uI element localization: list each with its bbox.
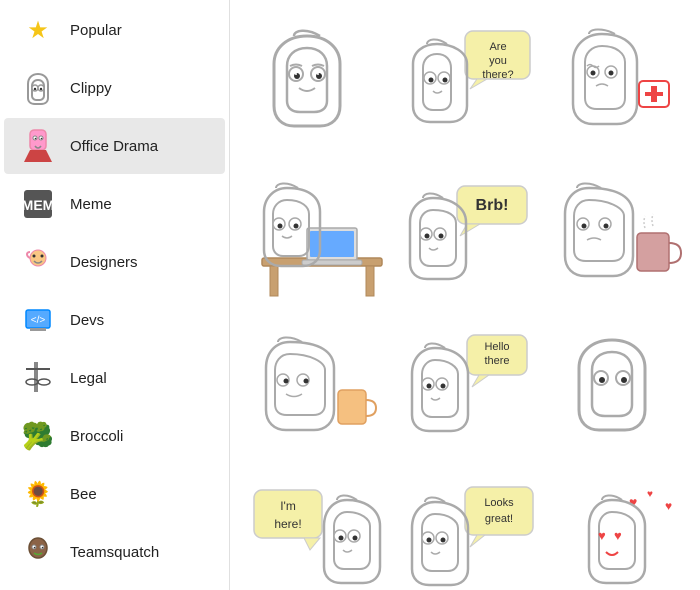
bee-icon: 🌻 — [20, 476, 56, 512]
sticker-cell-12[interactable]: ♥ ♥ ♥ ♥ ♥ — [543, 468, 691, 590]
clippy-label: Clippy — [70, 80, 112, 97]
sticker-cell-11[interactable]: Looks great! — [391, 468, 539, 590]
designers-label: Designers — [70, 254, 138, 271]
svg-text:there?: there? — [482, 69, 513, 81]
sidebar: ★ Popular Clippy Office Drama MEM Meme De… — [0, 0, 230, 590]
clippy-icon — [20, 70, 56, 106]
sidebar-item-bee[interactable]: 🌻 Bee — [4, 466, 225, 522]
sticker-image-9 — [557, 330, 677, 450]
svg-text:Looks: Looks — [484, 497, 514, 509]
sidebar-item-meme[interactable]: MEM Meme — [4, 176, 225, 232]
svg-text:♥: ♥ — [665, 499, 672, 513]
legal-label: Legal — [70, 370, 107, 387]
sticker-cell-3[interactable] — [543, 12, 691, 160]
sidebar-item-broccoli[interactable]: 🥦 Broccoli — [4, 408, 225, 464]
sidebar-item-designers[interactable]: Designers — [4, 234, 225, 290]
svg-text:MEM: MEM — [22, 197, 54, 213]
sidebar-item-office-drama[interactable]: Office Drama — [4, 118, 225, 174]
sticker-grid: Are you there? — [234, 8, 696, 590]
svg-text:great!: great! — [485, 513, 513, 525]
sidebar-item-clippy[interactable]: Clippy — [4, 60, 225, 116]
sticker-image-2: Are you there? — [405, 26, 525, 146]
svg-text:here!: here! — [274, 517, 301, 531]
sticker-image-1 — [252, 26, 372, 146]
broccoli-icon: 🥦 — [20, 418, 56, 454]
svg-text:Brb!: Brb! — [475, 197, 508, 214]
svg-text:♥: ♥ — [598, 528, 606, 543]
sticker-cell-8[interactable]: Hello there — [391, 316, 539, 464]
sticker-image-6 — [557, 178, 677, 298]
sticker-image-8: Hello there — [405, 330, 525, 450]
svg-text:I'm: I'm — [280, 499, 296, 513]
sticker-cell-9[interactable] — [543, 316, 691, 464]
svg-text:you: you — [489, 55, 507, 67]
meme-icon: MEM — [20, 186, 56, 222]
svg-text:♥: ♥ — [647, 489, 653, 500]
sticker-image-3 — [557, 26, 677, 146]
popular-label: Popular — [70, 22, 122, 39]
sticker-cell-5[interactable]: Brb! — [391, 164, 539, 312]
sticker-cell-7[interactable] — [238, 316, 386, 464]
svg-text:there: there — [484, 355, 509, 367]
sticker-image-12: ♥ ♥ ♥ ♥ ♥ — [557, 482, 677, 590]
sticker-image-4 — [252, 178, 372, 298]
sticker-cell-1[interactable] — [238, 12, 386, 160]
popular-icon: ★ — [20, 12, 56, 48]
bee-label: Bee — [70, 486, 97, 503]
meme-label: Meme — [70, 196, 112, 213]
broccoli-label: Broccoli — [70, 428, 123, 445]
devs-icon: </> — [20, 302, 56, 338]
sidebar-item-teamsquatch[interactable]: Teamsquatch — [4, 524, 225, 580]
sidebar-item-legal[interactable]: Legal — [4, 350, 225, 406]
sticker-image-5: Brb! — [405, 178, 525, 298]
sticker-cell-6[interactable] — [543, 164, 691, 312]
main-content: Are you there? — [230, 0, 700, 590]
svg-text:Are: Are — [489, 41, 506, 53]
svg-text:</>: </> — [31, 315, 46, 326]
sticker-cell-10[interactable]: I'm here! — [238, 468, 386, 590]
devs-label: Devs — [70, 312, 104, 329]
teamsquatch-label: Teamsquatch — [70, 544, 159, 561]
sticker-cell-4[interactable] — [238, 164, 386, 312]
sticker-cell-2[interactable]: Are you there? — [391, 12, 539, 160]
teamsquatch-icon — [20, 534, 56, 570]
sidebar-item-popular[interactable]: ★ Popular — [4, 2, 225, 58]
office-drama-label: Office Drama — [70, 138, 158, 155]
legal-icon — [20, 360, 56, 396]
office-drama-icon — [20, 128, 56, 164]
designers-icon — [20, 244, 56, 280]
svg-text:♥: ♥ — [614, 528, 622, 543]
sticker-image-7 — [252, 330, 372, 450]
sticker-image-11: Looks great! — [405, 482, 525, 590]
sticker-image-10: I'm here! — [252, 482, 372, 590]
svg-text:Hello: Hello — [484, 341, 509, 353]
sidebar-item-devs[interactable]: </> Devs — [4, 292, 225, 348]
